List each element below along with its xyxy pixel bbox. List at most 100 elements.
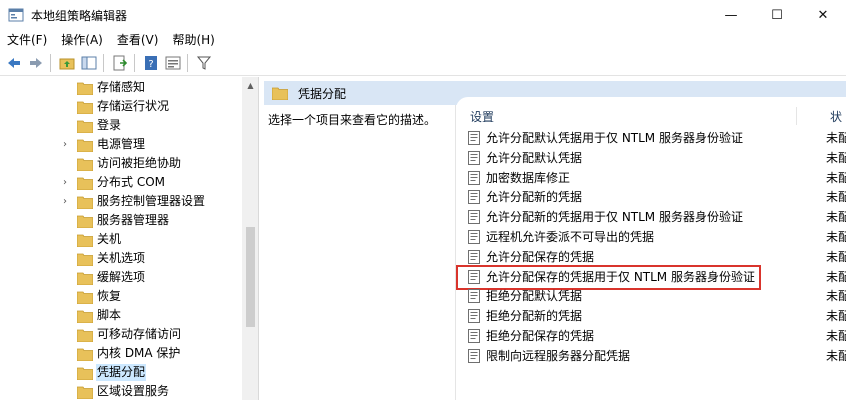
setting-row-status: 未配 xyxy=(826,249,846,264)
setting-row[interactable]: 允许分配新的凭据用于仅 NTLM 服务器身份验证 未配 xyxy=(456,207,846,227)
tree-item[interactable]: 脚本 xyxy=(0,306,242,325)
setting-row-label: 限制向远程服务器分配凭据 xyxy=(486,348,631,363)
setting-row[interactable]: 允许分配默认凭据 未配 xyxy=(456,148,846,168)
policy-setting-icon xyxy=(468,230,480,244)
settings-list[interactable]: 设置 状 允许分配默认凭据用于仅 NTLM 服务器身份验证 未配 允许分配默认凭据未… xyxy=(456,97,846,400)
tree-item-label: 恢复 xyxy=(97,289,122,303)
help-button[interactable]: ? xyxy=(141,53,161,73)
tree-scrollbar[interactable]: ▲ xyxy=(242,77,258,400)
minimize-button[interactable]: — xyxy=(708,0,754,30)
expand-chevron-icon[interactable]: › xyxy=(60,173,70,192)
expand-chevron-icon[interactable]: › xyxy=(60,192,70,211)
setting-row-status: 未配 xyxy=(826,348,846,363)
setting-row-status: 未配 xyxy=(826,269,846,284)
folder-icon xyxy=(77,329,93,342)
setting-row[interactable]: 远程机允许委派不可导出的凭据 未配 xyxy=(456,227,846,247)
expand-chevron-icon xyxy=(60,325,70,344)
policy-setting-icon xyxy=(468,329,480,343)
forward-arrow-icon xyxy=(30,57,42,68)
tree-item[interactable]: › 电源管理 xyxy=(0,135,242,154)
folder-icon xyxy=(77,177,93,190)
setting-row[interactable]: 拒绝分配新的凭据 未配 xyxy=(456,306,846,326)
tree-item-label: 缓解选项 xyxy=(97,270,146,284)
setting-row[interactable]: 允许分配新的凭据 未配 xyxy=(456,187,846,207)
setting-row-status: 未配 xyxy=(826,170,846,185)
show-hide-tree-button[interactable] xyxy=(79,53,99,73)
setting-row[interactable]: 加密数据库修正 未配 xyxy=(456,168,846,188)
setting-row-label: 远程机允许委派不可导出的凭据 xyxy=(486,230,655,244)
folder-icon xyxy=(272,87,288,100)
menu-action[interactable]: 操作(A) xyxy=(54,30,110,50)
export-list-button[interactable] xyxy=(110,53,130,73)
tree-item[interactable]: 恢复 xyxy=(0,287,242,306)
show-hide-tree-icon xyxy=(81,56,97,69)
tree-item[interactable]: 服务器管理器 xyxy=(0,211,242,230)
folder-icon xyxy=(77,310,93,323)
policy-setting-icon xyxy=(468,348,480,363)
scrollbar-thumb[interactable] xyxy=(246,227,255,327)
forward-button[interactable] xyxy=(26,53,46,73)
tree-item[interactable]: 关机 xyxy=(0,230,242,249)
folder-icon xyxy=(77,234,93,247)
folder-icon xyxy=(77,291,93,304)
expand-chevron-icon xyxy=(60,382,70,400)
tree-item[interactable]: 区域设置服务 xyxy=(0,382,242,400)
setting-row[interactable]: 限制向远程服务器分配凭据 未配 xyxy=(456,346,846,366)
toolbar-separator xyxy=(134,53,135,72)
column-divider[interactable] xyxy=(796,107,797,125)
filter-button[interactable] xyxy=(194,53,214,73)
setting-row-label: 允许分配默认凭据 xyxy=(486,150,583,165)
back-button[interactable] xyxy=(4,53,24,73)
close-button[interactable]: ✕ xyxy=(800,0,846,30)
setting-row[interactable]: 允许分配保存的凭据用于仅 NTLM 服务器身份验证 未配 xyxy=(456,267,846,287)
expand-chevron-icon[interactable]: › xyxy=(60,135,70,154)
tree-item[interactable]: 缓解选项 xyxy=(0,268,242,287)
setting-row-status: 未配 xyxy=(826,190,846,205)
column-setting[interactable]: 设置 xyxy=(470,108,494,125)
tree-item[interactable]: 关机选项 xyxy=(0,249,242,268)
menu-help[interactable]: 帮助(H) xyxy=(165,30,221,50)
expand-chevron-icon xyxy=(60,211,70,230)
setting-row[interactable]: 拒绝分配保存的凭据 未配 xyxy=(456,326,846,346)
tree-item[interactable]: 可移动存储访问 xyxy=(0,325,242,344)
setting-row-label: 允许分配新的凭据 xyxy=(486,190,583,205)
tree-pane[interactable]: 存储感知存储运行状况 登录 › 电源管理访问被拒绝协助 › 分布式 COM › 服务控制管理器… xyxy=(0,77,259,400)
tree-item[interactable]: 存储感知 xyxy=(0,78,242,97)
tree-item[interactable]: 内核 DMA 保护 xyxy=(0,344,242,363)
setting-row[interactable]: 允许分配默认凭据用于仅 NTLM 服务器身份验证 未配 xyxy=(456,128,846,148)
menu-file[interactable]: 文件(F) xyxy=(0,30,54,50)
tree-item-label: 脚本 xyxy=(97,308,122,322)
tree-item[interactable]: 登录 xyxy=(0,116,242,135)
setting-row-status: 未配 xyxy=(826,329,846,343)
policy-setting-icon xyxy=(468,190,480,205)
policy-setting-icon xyxy=(468,210,480,225)
tree-item[interactable]: 存储运行状况 xyxy=(0,97,242,116)
folder-icon xyxy=(77,272,93,285)
maximize-button[interactable]: ☐ xyxy=(754,0,800,30)
tree-item[interactable]: 凭据分配 xyxy=(0,363,242,382)
tree-item-label: 存储感知 xyxy=(97,80,146,94)
policy-setting-icon xyxy=(468,309,480,324)
tree-item[interactable]: 访问被拒绝协助 xyxy=(0,154,242,173)
details-header-title: 凭据分配 xyxy=(298,86,347,101)
expand-chevron-icon xyxy=(60,116,70,135)
setting-row[interactable]: 拒绝分配默认凭据 未配 xyxy=(456,286,846,306)
tree-item[interactable]: › 分布式 COM xyxy=(0,173,242,192)
folder-icon xyxy=(77,82,93,95)
group-policy-app-icon xyxy=(8,8,24,22)
properties-button[interactable] xyxy=(163,53,183,73)
setting-row-status: 未配 xyxy=(826,131,846,145)
setting-row-status: 未配 xyxy=(826,150,846,165)
title-bar: 本地组策略编辑器 — ☐ ✕ xyxy=(0,0,846,30)
policy-setting-icon xyxy=(468,289,480,304)
tree-item[interactable]: › 服务控制管理器设置 xyxy=(0,192,242,211)
setting-row-label: 允许分配新的凭据用于仅 NTLM 服务器身份验证 xyxy=(486,210,743,225)
menu-view[interactable]: 查看(V) xyxy=(110,30,166,50)
folder-icon xyxy=(77,348,93,361)
folder-icon xyxy=(77,120,93,133)
tree-item-label: 访问被拒绝协助 xyxy=(97,156,182,170)
help-icon: ? xyxy=(145,55,157,70)
up-folder-button[interactable] xyxy=(57,53,77,73)
scroll-up-icon[interactable]: ▲ xyxy=(242,77,258,94)
column-status[interactable]: 状 xyxy=(830,108,842,125)
